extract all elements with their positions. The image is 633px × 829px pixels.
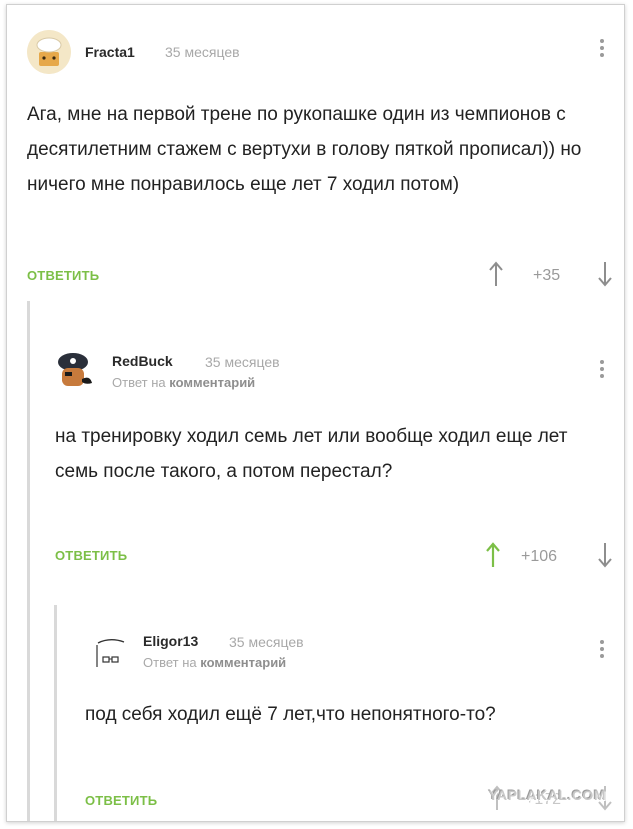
more-options-icon[interactable] [598,39,606,61]
vote-score: +35 [533,267,561,284]
comment-fracta1: Fracta1 35 месяцев Ага, мне на первой тр… [7,5,624,305]
arrow-up-icon[interactable] [485,542,501,568]
reply-to-link[interactable]: комментарий [169,375,255,390]
reply-button[interactable]: ОТВЕТИТЬ [27,268,99,283]
reply-to-prefix: Ответ на [112,375,166,390]
more-options-icon[interactable] [598,360,606,382]
comment-author[interactable]: Fracta1 [85,44,135,60]
arrow-up-icon[interactable] [488,261,504,287]
comment-author[interactable]: Eligor13 [143,633,198,649]
avatar[interactable] [51,349,97,395]
comment-time: 35 месяцев [165,44,240,60]
arrow-down-icon[interactable] [597,542,613,568]
reply-to-info: Ответ на комментарий [143,655,286,670]
vote-score: +106 [521,548,558,565]
comment-text: на тренировку ходил семь лет или вообще … [55,426,568,482]
pirate-avatar-icon [51,349,97,395]
avatar[interactable] [90,633,132,675]
comment-text: Ага, мне на первой трене по рукопашке од… [27,104,582,195]
comment-text: под себя ходил ещё 7 лет,что непонятного… [85,704,496,725]
sketch-avatar-icon [90,633,132,675]
comment-time: 35 месяцев [205,354,280,370]
reply-to-link[interactable]: комментарий [200,655,286,670]
arrow-down-icon[interactable] [597,261,613,287]
more-options-icon[interactable] [598,640,606,662]
reply-to-prefix: Ответ на [143,655,197,670]
reply-to-info: Ответ на комментарий [112,375,255,390]
reply-button[interactable]: ОТВЕТИТЬ [85,793,157,808]
comment-redbuck: RedBuck 35 месяцев Ответ на комментарий … [7,305,624,590]
reply-button[interactable]: ОТВЕТИТЬ [55,548,127,563]
comments-panel: Fracta1 35 месяцев Ага, мне на первой тр… [6,4,625,822]
watermark: YAPLAKAL.COM [488,787,606,803]
comment-time: 35 месяцев [229,634,304,650]
chef-avatar-icon [27,30,71,74]
comment-author[interactable]: RedBuck [112,353,173,369]
avatar[interactable] [27,30,71,74]
